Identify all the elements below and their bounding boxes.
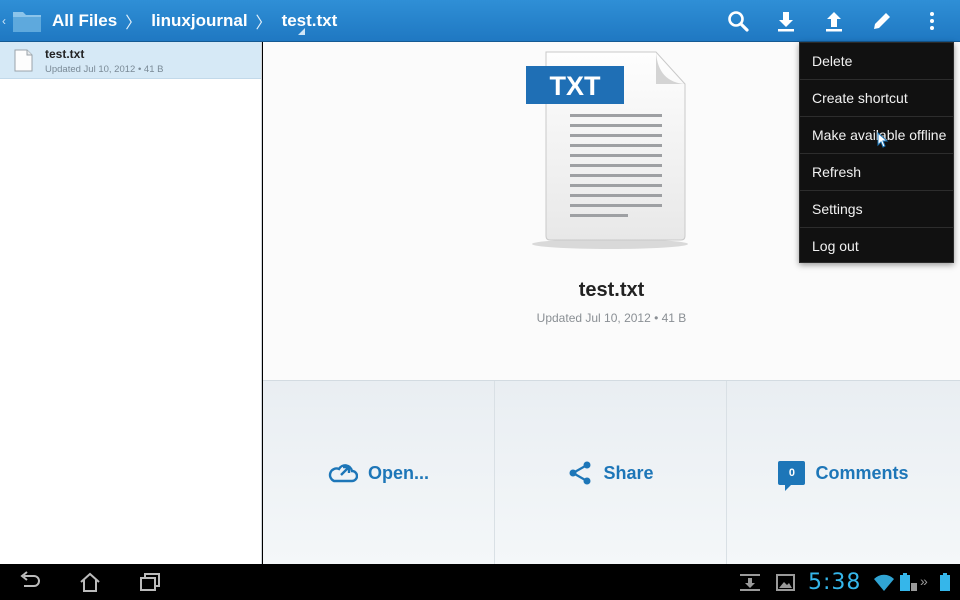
breadcrumb: All Files 〉 linuxjournal 〉 test.txt	[52, 0, 337, 42]
overflow-menu-icon[interactable]	[920, 9, 944, 33]
edit-icon[interactable]	[870, 9, 894, 33]
download-icon[interactable]	[774, 9, 798, 33]
battery-icon	[940, 573, 950, 591]
file-meta: Updated Jul 10, 2012 • 41 B	[45, 64, 164, 75]
menu-item-settings[interactable]: Settings	[800, 191, 953, 228]
list-item[interactable]: test.txt Updated Jul 10, 2012 • 41 B	[0, 42, 261, 79]
share-button[interactable]: Share	[495, 381, 727, 565]
dock-battery-icon	[900, 573, 917, 591]
detail-file-meta: Updated Jul 10, 2012 • 41 B	[536, 311, 687, 325]
share-label: Share	[603, 462, 654, 483]
menu-item-delete[interactable]: Delete	[800, 43, 953, 80]
breadcrumb-separator-icon: 〉	[255, 15, 272, 32]
document-icon	[14, 49, 33, 72]
mouse-cursor-icon	[877, 132, 889, 148]
open-label: Open...	[367, 462, 429, 483]
search-icon[interactable]	[726, 9, 750, 33]
open-cloud-icon	[328, 464, 358, 483]
breadcrumb-file[interactable]: test.txt	[282, 11, 338, 31]
breadcrumb-folder[interactable]: linuxjournal	[151, 11, 247, 31]
breadcrumb-separator-icon: 〉	[125, 15, 142, 32]
file-list-pane: test.txt Updated Jul 10, 2012 • 41 B	[0, 42, 262, 564]
action-bar: ‹ All Files 〉 linuxjournal 〉 test.txt	[0, 0, 960, 42]
dropdown-corner-icon	[298, 28, 305, 35]
home-icon[interactable]	[78, 571, 102, 593]
share-icon	[569, 461, 591, 485]
txt-file-icon: TXT	[526, 51, 688, 249]
menu-item-refresh[interactable]: Refresh	[800, 154, 953, 191]
overflow-menu: Delete Create shortcut Make available of…	[799, 42, 954, 263]
detail-file-name: test.txt	[578, 279, 645, 301]
folder-icon[interactable]	[12, 8, 42, 34]
screenshot-notification-icon[interactable]	[774, 571, 798, 593]
action-buttons: Open... Share 0 Comments	[263, 380, 960, 565]
breadcrumb-root[interactable]: All Files	[52, 11, 117, 31]
file-name: test.txt	[45, 47, 85, 61]
open-button[interactable]: Open...	[263, 381, 495, 565]
comments-button[interactable]: 0 Comments	[727, 381, 960, 565]
download-notification-icon[interactable]	[738, 571, 762, 593]
up-caret-icon[interactable]: ‹	[2, 14, 6, 28]
menu-item-create-shortcut[interactable]: Create shortcut	[800, 80, 953, 117]
recent-apps-icon[interactable]	[138, 571, 162, 593]
comments-count-badge: 0	[778, 461, 806, 491]
clock: 5:38	[808, 570, 862, 595]
wifi-icon	[874, 574, 894, 591]
back-icon[interactable]	[18, 571, 42, 593]
menu-item-log-out[interactable]: Log out	[800, 228, 953, 265]
system-bar: 5:38 »	[0, 564, 960, 600]
txt-badge: TXT	[550, 71, 602, 101]
comments-label: Comments	[815, 462, 909, 483]
upload-icon[interactable]	[822, 9, 846, 33]
